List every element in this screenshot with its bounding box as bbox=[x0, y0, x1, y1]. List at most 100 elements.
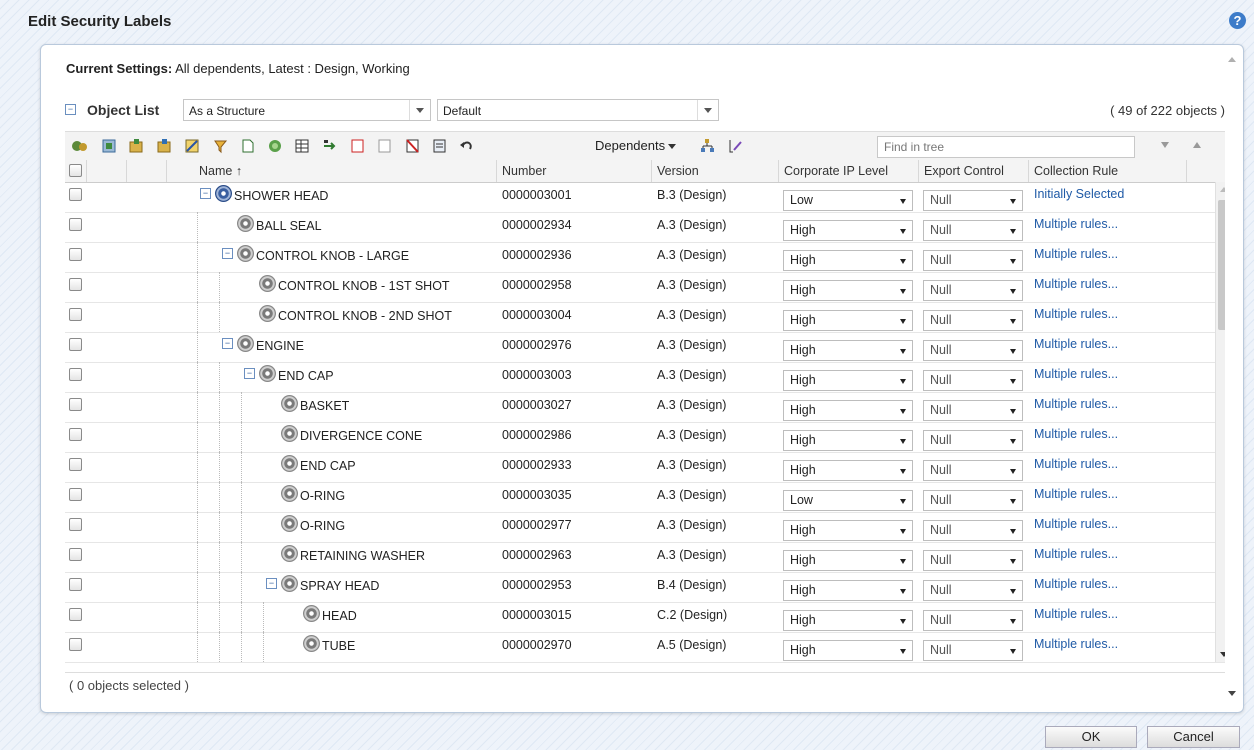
collection-rule-link[interactable]: Multiple rules... bbox=[1034, 637, 1118, 651]
row-checkbox[interactable] bbox=[69, 518, 82, 531]
table-row[interactable]: − CONTROL KNOB - LARGE 0000002936 A.3 (Desi… bbox=[65, 242, 1225, 273]
row-checkbox[interactable] bbox=[69, 218, 82, 231]
chevron-down-icon[interactable] bbox=[697, 100, 718, 120]
filter-icon[interactable] bbox=[1161, 142, 1169, 148]
export-control-select[interactable]: Null bbox=[923, 520, 1023, 541]
part-name[interactable]: END CAP bbox=[259, 365, 334, 383]
edit-attributes-icon[interactable] bbox=[184, 138, 201, 154]
row-checkbox[interactable] bbox=[69, 398, 82, 411]
new-object-icon[interactable] bbox=[239, 138, 256, 154]
table-row[interactable]: − SPRAY HEAD 0000002953 B.4 (Design) High Nul… bbox=[65, 572, 1225, 603]
refresh-set-icon[interactable] bbox=[267, 138, 284, 154]
row-checkbox[interactable] bbox=[69, 368, 82, 381]
collection-rule-link[interactable]: Multiple rules... bbox=[1034, 547, 1118, 561]
edit-structure-icon[interactable] bbox=[727, 138, 744, 154]
part-name[interactable]: END CAP bbox=[281, 455, 356, 473]
export-control-select[interactable]: Null bbox=[923, 340, 1023, 361]
chevron-down-icon[interactable] bbox=[409, 100, 430, 120]
collapse-node-icon[interactable]: − bbox=[244, 368, 255, 379]
export-control-select[interactable]: Null bbox=[923, 490, 1023, 511]
ip-level-select[interactable]: High bbox=[783, 280, 913, 301]
ip-level-select[interactable]: High bbox=[783, 640, 913, 661]
part-name[interactable]: O-RING bbox=[281, 515, 345, 533]
view-select[interactable]: As a Structure bbox=[183, 99, 431, 121]
scroll-up-icon[interactable] bbox=[1228, 57, 1236, 62]
collection-rule-link[interactable]: Multiple rules... bbox=[1034, 307, 1118, 321]
part-name[interactable]: O-RING bbox=[281, 485, 345, 503]
scroll-up-icon[interactable] bbox=[1220, 187, 1225, 192]
export-control-select[interactable]: Null bbox=[923, 310, 1023, 331]
collapse-section-icon[interactable]: − bbox=[65, 104, 76, 115]
row-checkbox[interactable] bbox=[69, 488, 82, 501]
part-name[interactable]: RETAINING WASHER bbox=[281, 545, 425, 563]
clear-icon[interactable] bbox=[376, 138, 393, 154]
collection-rule-link[interactable]: Multiple rules... bbox=[1034, 247, 1118, 261]
dependents-menu[interactable]: Dependents bbox=[595, 138, 677, 153]
row-checkbox[interactable] bbox=[69, 188, 82, 201]
table-row[interactable]: BASKET 0000003027 A.3 (Design) High Null Mult… bbox=[65, 392, 1225, 423]
table-view-icon[interactable] bbox=[294, 138, 311, 154]
table-row[interactable]: CONTROL KNOB - 1ST SHOT 0000002958 A.3 (De… bbox=[65, 272, 1225, 303]
collection-rule-link[interactable]: Multiple rules... bbox=[1034, 337, 1118, 351]
part-name[interactable]: SHOWER HEAD bbox=[215, 185, 328, 203]
collection-rule-link[interactable]: Multiple rules... bbox=[1034, 457, 1118, 471]
row-checkbox[interactable] bbox=[69, 308, 82, 321]
ip-level-select[interactable]: High bbox=[783, 370, 913, 391]
table-row[interactable]: CONTROL KNOB - 2ND SHOT 0000003004 A.3 (De… bbox=[65, 302, 1225, 333]
row-checkbox[interactable] bbox=[69, 278, 82, 291]
column-version[interactable]: Version bbox=[652, 160, 779, 182]
table-row[interactable]: DIVERGENCE CONE 0000002986 A.3 (Design) Hig… bbox=[65, 422, 1225, 453]
ip-level-select[interactable]: High bbox=[783, 610, 913, 631]
ip-level-select[interactable]: High bbox=[783, 340, 913, 361]
table-row[interactable]: O-RING 0000002977 A.3 (Design) High Null Mult… bbox=[65, 512, 1225, 543]
add-related-icon[interactable] bbox=[101, 138, 118, 154]
cancel-button[interactable]: Cancel bbox=[1147, 726, 1240, 748]
export-control-select[interactable]: Null bbox=[923, 580, 1023, 601]
export-list-icon[interactable] bbox=[431, 138, 448, 154]
export-control-select[interactable]: Null bbox=[923, 460, 1023, 481]
part-name[interactable]: ENGINE bbox=[237, 335, 304, 353]
row-checkbox[interactable] bbox=[69, 248, 82, 261]
row-checkbox[interactable] bbox=[69, 428, 82, 441]
undo-icon[interactable] bbox=[458, 138, 475, 154]
find-in-tree-input[interactable]: Find in tree bbox=[877, 136, 1135, 158]
export-control-select[interactable]: Null bbox=[923, 370, 1023, 391]
collapse-toolbar-icon[interactable] bbox=[1193, 142, 1201, 148]
move-icon[interactable] bbox=[322, 138, 339, 154]
table-row[interactable]: END CAP 0000002933 A.3 (Design) High Null Mul… bbox=[65, 452, 1225, 483]
export-control-select[interactable]: Null bbox=[923, 220, 1023, 241]
table-row[interactable]: RETAINING WASHER 0000002963 A.3 (Design) Hi… bbox=[65, 542, 1225, 573]
export-control-select[interactable]: Null bbox=[923, 190, 1023, 211]
ip-level-select[interactable]: Low bbox=[783, 490, 913, 511]
column-name[interactable]: Name ↑ bbox=[167, 160, 497, 182]
ip-level-select[interactable]: Low bbox=[783, 190, 913, 211]
exclude-icon[interactable] bbox=[404, 138, 421, 154]
ip-level-select[interactable]: High bbox=[783, 580, 913, 601]
part-name[interactable]: CONTROL KNOB - 2ND SHOT bbox=[259, 305, 452, 323]
part-name[interactable]: BASKET bbox=[281, 395, 349, 413]
ip-level-select[interactable]: High bbox=[783, 400, 913, 421]
export-control-select[interactable]: Null bbox=[923, 400, 1023, 421]
part-name[interactable]: BALL SEAL bbox=[237, 215, 322, 233]
row-checkbox[interactable] bbox=[69, 458, 82, 471]
column-corporate-ip-level[interactable]: Corporate IP Level bbox=[779, 160, 919, 182]
column-collection-rule[interactable]: Collection Rule bbox=[1029, 160, 1187, 182]
add-docs-icon[interactable] bbox=[156, 138, 173, 154]
collection-rule-link[interactable]: Multiple rules... bbox=[1034, 427, 1118, 441]
ip-level-select[interactable]: High bbox=[783, 460, 913, 481]
ok-button[interactable]: OK bbox=[1045, 726, 1137, 748]
ip-level-select[interactable]: High bbox=[783, 250, 913, 271]
part-name[interactable]: CONTROL KNOB - 1ST SHOT bbox=[259, 275, 450, 293]
table-row[interactable]: TUBE 0000002970 A.5 (Design) High Null Multip… bbox=[65, 632, 1225, 663]
column-number[interactable]: Number bbox=[497, 160, 652, 182]
collection-rule-link[interactable]: Multiple rules... bbox=[1034, 397, 1118, 411]
row-checkbox[interactable] bbox=[69, 338, 82, 351]
ip-level-select[interactable]: High bbox=[783, 430, 913, 451]
collection-rule-link[interactable]: Multiple rules... bbox=[1034, 487, 1118, 501]
collection-rule-link[interactable]: Multiple rules... bbox=[1034, 577, 1118, 591]
table-row[interactable]: O-RING 0000003035 A.3 (Design) Low Null Multi… bbox=[65, 482, 1225, 513]
collection-rule-link[interactable]: Multiple rules... bbox=[1034, 607, 1118, 621]
scrollbar-thumb[interactable] bbox=[1218, 200, 1225, 330]
ip-level-select[interactable]: High bbox=[783, 310, 913, 331]
scroll-down-icon[interactable] bbox=[1228, 691, 1236, 696]
